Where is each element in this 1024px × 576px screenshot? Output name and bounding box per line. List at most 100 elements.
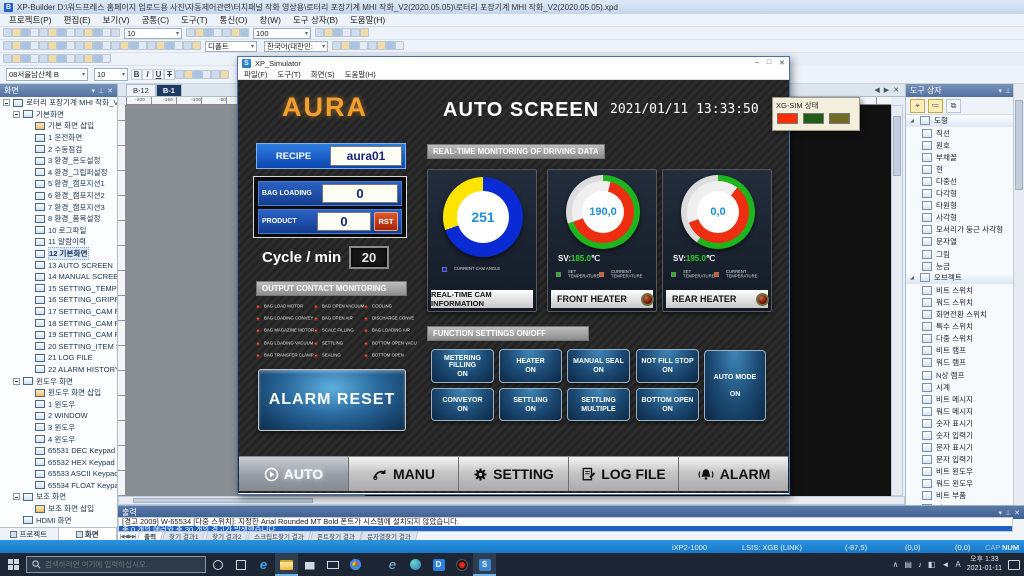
toolbox-item[interactable]: N상 램프 [906, 369, 1014, 381]
settling-multiple-button[interactable]: SETTLINGMULTIPLE [567, 388, 630, 421]
toolbar-icon[interactable] [12, 28, 21, 37]
toolbar-icon[interactable] [202, 70, 211, 79]
toolbar-icon[interactable] [184, 70, 193, 79]
toolbar-icon[interactable] [111, 41, 120, 50]
toolbar-icon[interactable] [120, 41, 129, 50]
toolbar-icon[interactable] [57, 54, 66, 63]
toolbox-item[interactable]: 워드 램프 [906, 357, 1014, 369]
tab-scroll-icons[interactable]: |◀ ◀ ▶ ▶| [120, 534, 135, 540]
task-view-button[interactable] [229, 553, 252, 576]
toolbar-icon[interactable] [368, 41, 377, 50]
tree-item[interactable]: 65533 ASCII Keypad [0, 468, 117, 480]
toolbox-item[interactable]: 부채꼴 [906, 151, 1014, 163]
heater-button[interactable]: HEATERON [499, 349, 562, 383]
underline-button[interactable]: U [153, 69, 164, 80]
toolbar-icon[interactable] [240, 28, 249, 37]
tree-item[interactable]: 1 운전화면 [0, 132, 117, 144]
toolbar-icon[interactable] [39, 54, 48, 63]
toolbox-item[interactable]: 직선 [906, 127, 1014, 139]
toolbar-icon[interactable] [183, 41, 192, 50]
toolbar-icon[interactable] [75, 54, 84, 63]
tree-item[interactable]: 로터리 포장기계 MHI 작화_V1(2 [0, 97, 117, 109]
toolbar-icon[interactable] [21, 41, 30, 50]
tree-item[interactable]: 8 환경_품목설정 [0, 213, 117, 225]
toolbar-icon[interactable] [39, 41, 48, 50]
rear-heater-lamp[interactable] [756, 293, 769, 306]
toolbar-icon[interactable] [147, 41, 156, 50]
toolbar-icon[interactable] [3, 54, 12, 63]
nav-alarm-button[interactable]: ALARM [679, 457, 788, 491]
font-name-combo[interactable]: 08서울남산체 B▾ [6, 68, 88, 81]
toolbar-icon[interactable] [111, 28, 120, 37]
list-mode-button[interactable]: ≔ [928, 99, 943, 113]
front-heater-lamp[interactable] [641, 293, 654, 306]
toolbar-icon[interactable] [377, 41, 386, 50]
simulator-menu-item[interactable]: 도구(T) [277, 69, 300, 80]
tree-item[interactable]: 윈도우 화면 [0, 375, 117, 387]
recorder-button[interactable] [450, 553, 473, 576]
toolbox-item[interactable]: 비트 부품 [906, 490, 1014, 502]
pin-icon[interactable]: ⊥ [1005, 509, 1011, 517]
close-icon[interactable]: ✕ [1014, 509, 1020, 517]
tree-item[interactable]: 보조 화면 삽입 [0, 503, 117, 515]
tree-item[interactable]: 21 LOG FILE [0, 352, 117, 364]
toolbox-item[interactable]: 다중선 [906, 175, 1014, 187]
bold-button[interactable]: B [131, 69, 142, 80]
toolbar-icon[interactable] [75, 28, 84, 37]
store-button[interactable] [298, 553, 321, 576]
toolbox-item[interactable]: 비트 윈도우 [906, 466, 1014, 478]
toolbox-item[interactable]: 원호 [906, 139, 1014, 151]
toolbar-icon[interactable] [12, 41, 21, 50]
tree-item[interactable]: 2 WINDOW [0, 410, 117, 422]
tree-item[interactable]: 3 윈도우 [0, 422, 117, 434]
toolbar-icon[interactable] [138, 41, 147, 50]
notification-center-icon[interactable] [1008, 560, 1020, 570]
toolbox-item[interactable]: 눈금 [906, 260, 1014, 272]
simulator-taskbar-button[interactable]: S [473, 553, 496, 576]
toolbox-item[interactable]: 비트 메시지 [906, 393, 1014, 405]
toolbar-icon[interactable] [342, 28, 351, 37]
toolbox-item[interactable]: 문자 표시기 [906, 442, 1014, 454]
tray-network-icon[interactable]: ◧ [928, 560, 936, 569]
tray-expand-icon[interactable]: ∧ [892, 560, 898, 569]
toolbar-icon[interactable] [84, 28, 93, 37]
tree-item[interactable]: 14 MANUAL SCREEN [0, 271, 117, 283]
toolbar-icon[interactable] [129, 41, 138, 50]
toolbar-icon[interactable] [332, 41, 341, 50]
tree-item[interactable]: HDMI 화면 [0, 514, 117, 526]
tree-item[interactable]: 13 AUTO SCREEN [0, 259, 117, 271]
toolbar-icon[interactable] [175, 70, 184, 79]
toolbar-icon[interactable] [102, 41, 111, 50]
toolbox-item[interactable]: 타원형 [906, 200, 1014, 212]
file-explorer-button[interactable] [275, 553, 298, 576]
tree-item[interactable]: 3 환경_온도설정 [0, 155, 117, 167]
canvas-tab-active[interactable]: B-1 [156, 84, 182, 96]
close-button[interactable]: ✕ [779, 59, 785, 67]
cycle-value[interactable]: 20 [349, 246, 389, 269]
tree-item[interactable]: 65532 HEX Keypad [0, 456, 117, 468]
toolbar-icon[interactable] [174, 41, 183, 50]
ie-button[interactable]: e [381, 553, 404, 576]
toolbar-icon[interactable] [93, 28, 102, 37]
toolbar-icon[interactable] [12, 54, 21, 63]
toolbar-icon[interactable] [156, 41, 165, 50]
toolbar-icon[interactable] [222, 28, 231, 37]
toolbar-icon[interactable] [66, 41, 75, 50]
toolbar-icon[interactable] [231, 28, 240, 37]
tree-item[interactable]: 12 기본화면 [0, 248, 117, 260]
tree-item[interactable]: 11 알람이력 [0, 236, 117, 248]
tree-item[interactable]: 2 수동점검 [0, 143, 117, 155]
tree-item[interactable]: 17 SETTING_CAM POSITI [0, 306, 117, 318]
style-preset-combo[interactable]: 디폴트▾ [205, 41, 257, 52]
toolbox-item[interactable]: 비트 램프 [906, 345, 1014, 357]
simulator-menu-item[interactable]: 도움말(H) [345, 69, 376, 80]
close-icon[interactable]: ✕ [107, 87, 113, 95]
toolbar-icon[interactable] [84, 41, 93, 50]
tab-project[interactable]: 프로젝트 [0, 528, 59, 540]
tree-item[interactable]: 기본 화면 삽입 [0, 120, 117, 132]
nav-setting-button[interactable]: SETTING [459, 457, 569, 491]
toolbar-icon[interactable] [3, 41, 12, 50]
toolbar-icon[interactable] [84, 54, 93, 63]
toolbox-scrollbar[interactable] [1013, 84, 1024, 540]
toolbox-item[interactable]: 사각형 [906, 212, 1014, 224]
